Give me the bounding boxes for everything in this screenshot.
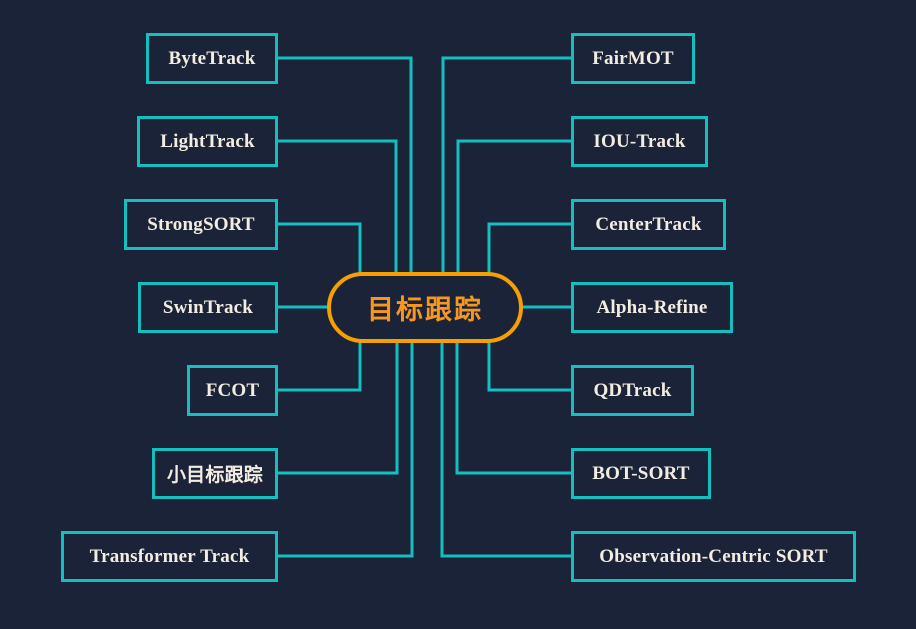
branch-node-strongsort[interactable]: StrongSORT <box>124 199 278 250</box>
branch-node-bytetrack[interactable]: ByteTrack <box>146 33 278 84</box>
connector-strongsort <box>278 222 362 274</box>
branch-label: StrongSORT <box>147 213 255 235</box>
branch-node-small-object-tracking[interactable]: 小目标跟踪 <box>152 448 278 499</box>
connector-small-object <box>278 341 399 475</box>
connector-qdtrack <box>487 341 571 392</box>
connector-transformer-track <box>278 341 414 558</box>
branch-label: 小目标跟踪 <box>166 464 263 486</box>
branch-label: SwinTrack <box>162 296 254 318</box>
branch-label: LightTrack <box>160 130 255 152</box>
connector-lighttrack <box>278 139 398 274</box>
branch-node-observation-centric-sort[interactable]: Observation-Centric SORT <box>571 531 856 582</box>
branch-node-transformer-track[interactable]: Transformer Track <box>61 531 278 582</box>
branch-label: ByteTrack <box>168 47 256 69</box>
connector-fairmot <box>441 56 571 274</box>
branch-node-bot-sort[interactable]: BOT-SORT <box>571 448 711 499</box>
central-node-object-tracking[interactable]: 目标跟踪 <box>327 272 523 343</box>
connector-fcot <box>278 341 362 392</box>
branch-label: QDTrack <box>593 379 672 401</box>
branch-label: CenterTrack <box>595 213 702 235</box>
branch-node-centertrack[interactable]: CenterTrack <box>571 199 726 250</box>
branch-label: Transformer Track <box>89 545 250 567</box>
branch-label: FCOT <box>205 379 260 401</box>
central-node-label: 目标跟踪 <box>367 295 483 326</box>
connector-bytetrack <box>278 56 413 274</box>
branch-node-alpha-refine[interactable]: Alpha-Refine <box>571 282 733 333</box>
branch-label: Observation-Centric SORT <box>599 545 828 567</box>
branch-node-qdtrack[interactable]: QDTrack <box>571 365 694 416</box>
connector-observation-centric-sort <box>440 341 571 558</box>
connector-bot-sort <box>455 341 571 475</box>
branch-node-fcot[interactable]: FCOT <box>187 365 278 416</box>
branch-node-fairmot[interactable]: FairMOT <box>571 33 695 84</box>
branch-node-lighttrack[interactable]: LightTrack <box>137 116 278 167</box>
branch-label: Alpha-Refine <box>596 296 708 318</box>
connector-iou-track <box>456 139 571 274</box>
mindmap-canvas: ByteTrack LightTrack StrongSORT SwinTrac… <box>0 0 916 629</box>
branch-label: IOU-Track <box>593 130 686 152</box>
branch-label: BOT-SORT <box>592 462 690 484</box>
branch-label: FairMOT <box>592 47 674 69</box>
connector-centertrack <box>487 222 571 274</box>
branch-node-iou-track[interactable]: IOU-Track <box>571 116 708 167</box>
branch-node-swintrack[interactable]: SwinTrack <box>138 282 278 333</box>
